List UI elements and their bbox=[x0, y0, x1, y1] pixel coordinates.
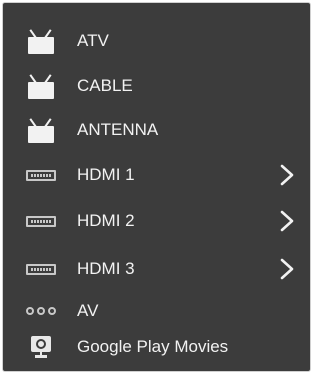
menu-item-av[interactable]: AV bbox=[3, 291, 310, 331]
hdmi-icon bbox=[19, 155, 63, 195]
chevron-right-icon[interactable] bbox=[278, 163, 296, 187]
input-source-menu: ATV CABLE ANTENNA HDMI 1 HDMI 2 HDMI 3 A… bbox=[2, 2, 311, 372]
menu-item-label: Google Play Movies bbox=[77, 337, 229, 356]
menu-item-hdmi-3[interactable]: HDMI 3 bbox=[3, 249, 310, 289]
hdmi-icon bbox=[19, 201, 63, 241]
menu-item-label: ANTENNA bbox=[77, 120, 159, 139]
chevron-right-icon[interactable] bbox=[278, 209, 296, 233]
play-movies-icon bbox=[19, 327, 63, 367]
menu-item-label: HDMI 2 bbox=[77, 211, 135, 230]
menu-item-label: ATV bbox=[77, 31, 109, 50]
tv-icon bbox=[19, 66, 63, 106]
menu-item-hdmi-2[interactable]: HDMI 2 bbox=[3, 201, 310, 241]
menu-item-atv[interactable]: ATV bbox=[3, 21, 310, 61]
menu-item-antenna[interactable]: ANTENNA bbox=[3, 110, 310, 150]
tv-icon bbox=[19, 21, 63, 61]
chevron-right-icon[interactable] bbox=[278, 257, 296, 281]
menu-item-label: CABLE bbox=[77, 76, 133, 95]
menu-item-cable[interactable]: CABLE bbox=[3, 66, 310, 106]
menu-item-google-play-movies[interactable]: Google Play Movies bbox=[3, 327, 310, 367]
menu-item-label: HDMI 3 bbox=[77, 259, 135, 278]
av-icon bbox=[19, 291, 63, 331]
tv-icon bbox=[19, 110, 63, 150]
hdmi-icon bbox=[19, 249, 63, 289]
menu-item-label: HDMI 1 bbox=[77, 165, 135, 184]
menu-item-hdmi-1[interactable]: HDMI 1 bbox=[3, 155, 310, 195]
menu-item-label: AV bbox=[77, 301, 99, 320]
